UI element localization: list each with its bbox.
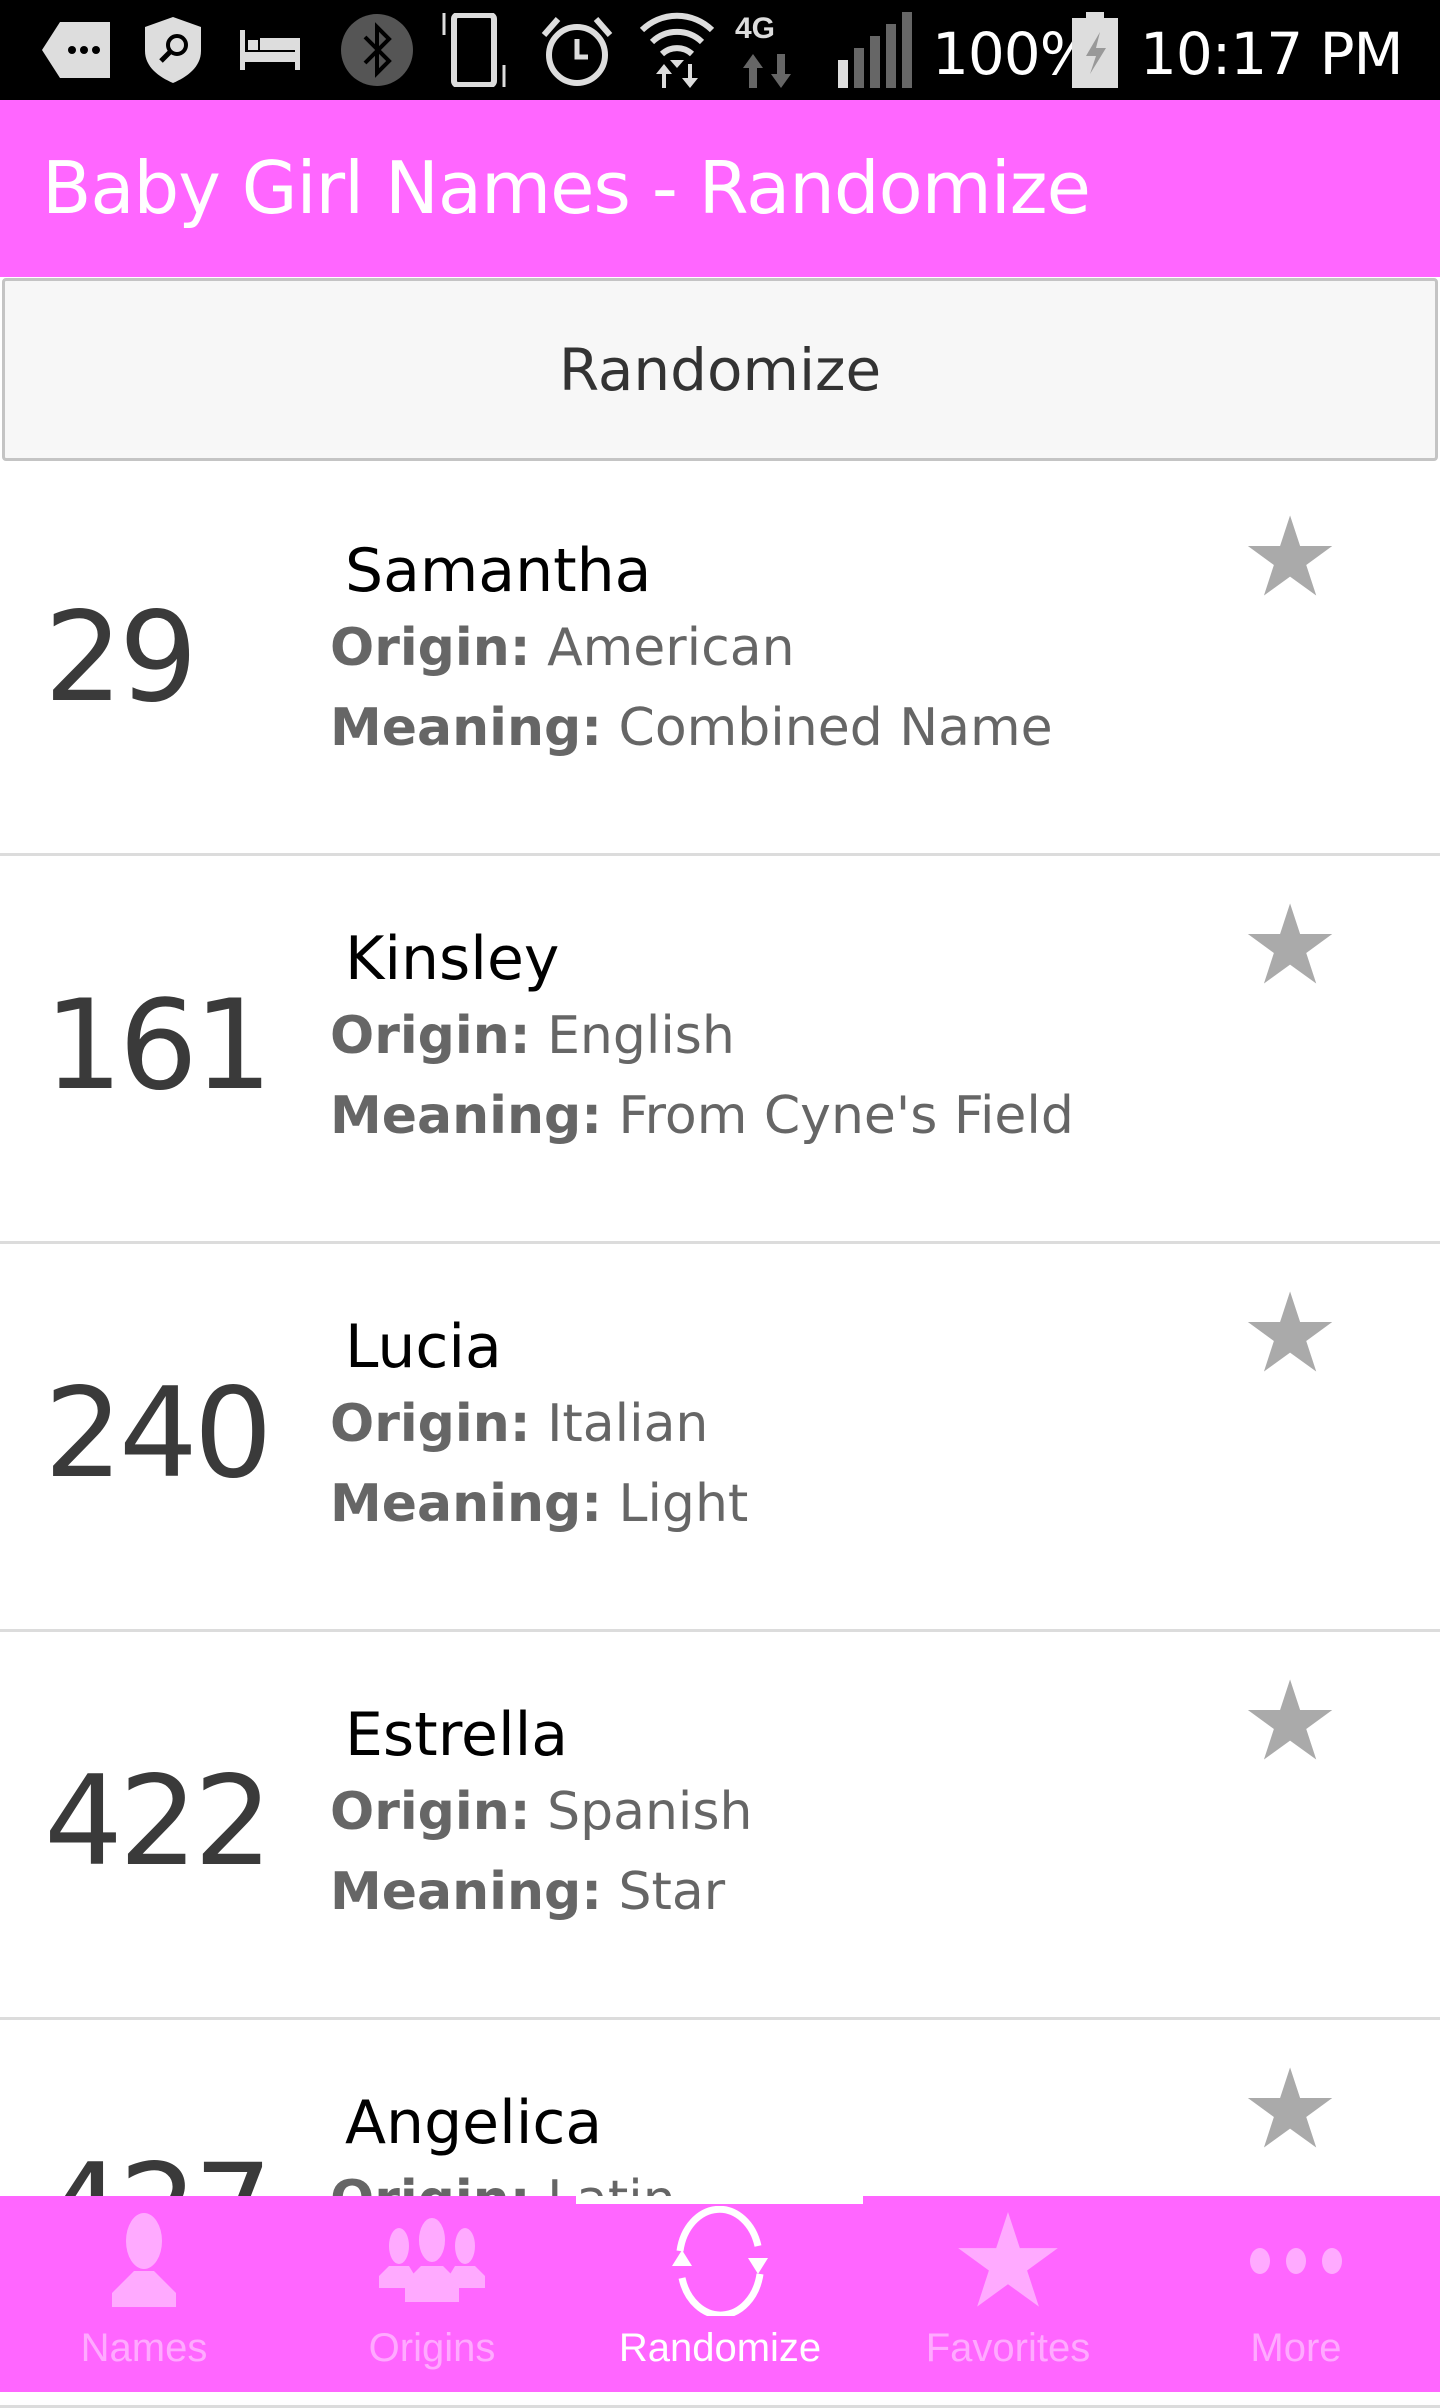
meaning: Meaning: Light — [330, 1474, 748, 1534]
refresh-icon — [670, 2196, 770, 2326]
meaning: Meaning: Combined Name — [330, 698, 1053, 758]
app-bar: Baby Girl Names - Randomize — [0, 100, 1440, 277]
origin-value: Italian — [547, 1394, 709, 1454]
rank: 422 — [44, 1750, 273, 1894]
rank: 240 — [44, 1362, 273, 1506]
favorite-star-icon[interactable]: ★ — [1240, 891, 1340, 1001]
meaning-value: Combined Name — [618, 698, 1053, 758]
list-item[interactable]: 29 Samantha Origin: American Meaning: Co… — [0, 468, 1440, 856]
tab-label: Randomize — [618, 2326, 822, 2370]
origin-label: Origin: — [330, 1782, 531, 1842]
origin: Origin: American — [330, 618, 795, 678]
origin-value: American — [547, 618, 795, 678]
favorite-star-icon[interactable]: ★ — [1240, 2055, 1340, 2165]
list-item[interactable]: 161 Kinsley Origin: English Meaning: Fro… — [0, 856, 1440, 1244]
name: Angelica — [345, 2088, 603, 2158]
bottom-nav: Names Origins Randomize ★ Favorites More — [0, 2196, 1440, 2392]
person-icon — [94, 2196, 194, 2326]
svg-text:4G: 4G — [735, 12, 775, 45]
battery-charging-icon — [1072, 12, 1118, 88]
meaning-value: Light — [618, 1474, 749, 1534]
tab-more[interactable]: More — [1152, 2196, 1440, 2392]
rank: 29 — [44, 586, 198, 730]
clock: 10:17 PM — [1140, 20, 1404, 88]
more-notifications-icon — [42, 18, 110, 82]
randomize-button[interactable]: Randomize — [2, 278, 1438, 461]
tab-label: Names — [80, 2326, 208, 2370]
meaning-label: Meaning: — [330, 1474, 602, 1534]
origin-label: Origin: — [330, 618, 531, 678]
vibrate-icon — [440, 13, 510, 87]
4g-lte-icon: 4G — [735, 12, 807, 88]
meaning-value: From Cyne's Field — [618, 1086, 1074, 1146]
origin-label: Origin: — [330, 1394, 531, 1454]
origin: Origin: English — [330, 1006, 735, 1066]
status-bar: 4G 100% 10:17 PM — [0, 0, 1440, 100]
origin-value: English — [547, 1006, 735, 1066]
tab-origins[interactable]: Origins — [288, 2196, 576, 2392]
meaning-label: Meaning: — [330, 1862, 602, 1922]
star-icon: ★ — [949, 2188, 1067, 2334]
list-item[interactable]: 240 Lucia Origin: Italian Meaning: Light… — [0, 1244, 1440, 1632]
signal-icon — [838, 12, 918, 88]
tab-label: Origins — [368, 2326, 496, 2370]
favorite-star-icon[interactable]: ★ — [1240, 503, 1340, 613]
name: Samantha — [345, 536, 652, 606]
meaning-label: Meaning: — [330, 698, 602, 758]
tab-favorites[interactable]: ★ Favorites — [864, 2196, 1152, 2392]
favorite-star-icon[interactable]: ★ — [1240, 1279, 1340, 1389]
origin: Origin: Italian — [330, 1394, 708, 1454]
meaning: Meaning: Star — [330, 1862, 725, 1922]
page-title: Baby Girl Names - Randomize — [42, 146, 1091, 230]
more-dots-icon — [1246, 2196, 1346, 2326]
meaning-value: Star — [618, 1862, 726, 1922]
tab-randomize[interactable]: Randomize — [576, 2196, 864, 2392]
meaning-label: Meaning: — [330, 1086, 602, 1146]
alarm-icon — [540, 17, 614, 86]
origin-label: Origin: — [330, 1006, 531, 1066]
name: Estrella — [345, 1700, 569, 1770]
sleep-bed-icon — [240, 18, 300, 82]
bluetooth-icon — [340, 14, 414, 86]
group-icon — [377, 2196, 487, 2326]
origin-value: Spanish — [547, 1782, 753, 1842]
list-item[interactable]: 422 Estrella Origin: Spanish Meaning: St… — [0, 1632, 1440, 2020]
shield-search-icon — [145, 17, 201, 83]
favorite-star-icon[interactable]: ★ — [1240, 1667, 1340, 1777]
wifi-icon — [640, 12, 714, 88]
tab-label: More — [1250, 2326, 1342, 2370]
tab-label: Favorites — [925, 2326, 1091, 2370]
origin: Origin: Spanish — [330, 1782, 752, 1842]
battery-percent: 100% — [932, 20, 1095, 88]
rank: 161 — [44, 974, 273, 1118]
name: Lucia — [345, 1312, 502, 1382]
meaning: Meaning: From Cyne's Field — [330, 1086, 1074, 1146]
tab-names[interactable]: Names — [0, 2196, 288, 2392]
name: Kinsley — [345, 924, 560, 994]
